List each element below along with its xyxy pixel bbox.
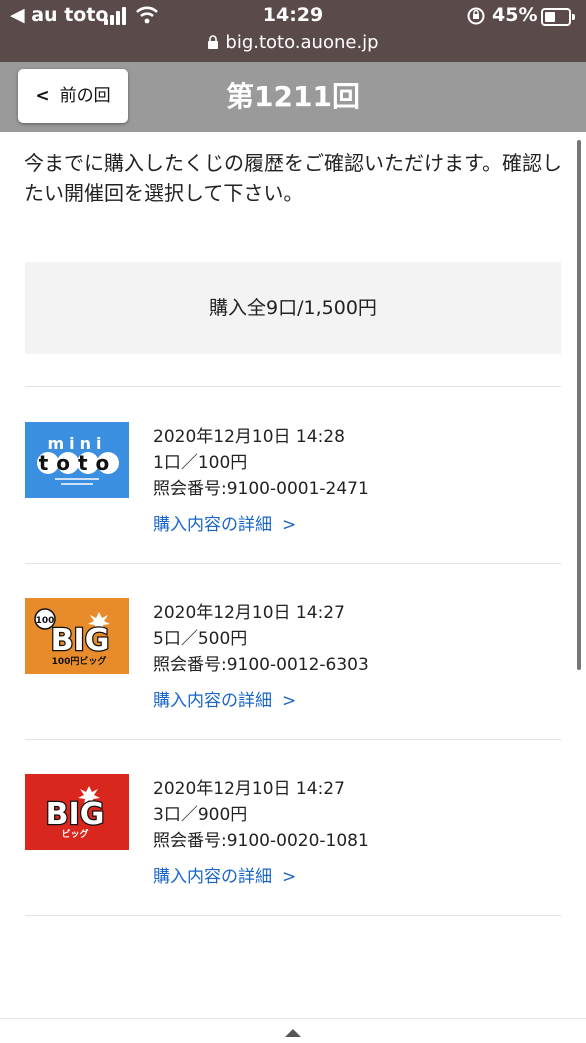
purchase-detail-label: 購入内容の詳細 (153, 515, 272, 535)
purchase-detail-link[interactable]: 購入内容の詳細 > (153, 510, 296, 535)
entry-ref-number: 照会番号:9100-0020-1081 (153, 831, 369, 851)
lock-icon (208, 35, 219, 49)
purchase-detail-link[interactable]: 購入内容の詳細 > (153, 686, 296, 711)
big-logo: BIG ビッグ (25, 774, 129, 850)
logo-text-toto: toto (39, 451, 118, 475)
logo-text-sub: 100円ビッグ (52, 655, 107, 667)
previous-round-label: 前の回 (59, 86, 111, 106)
divider (25, 386, 561, 387)
100yen-big-logo: 100 BIG 100円ビッグ (25, 598, 129, 674)
entry-amount: 1口／100円 (153, 453, 248, 473)
purchase-total: 購入全9口/1,500円 (25, 262, 561, 354)
page-header: 第1211回 < 前の回 (0, 62, 586, 132)
divider (25, 563, 561, 564)
purchase-entry[interactable]: 100 BIG 100円ビッグ 2020年12月10日 14:27 5口／500… (25, 598, 565, 738)
status-bar: ◀ au toto 14:29 45% big.toto.auone.jp (0, 0, 586, 62)
intro-text: 今までに購入したくじの履歴をご確認いただけます。確認したい開催回を選択して下さい… (24, 151, 562, 205)
rotation-lock-icon (467, 7, 485, 25)
entry-amount: 5口／500円 (153, 629, 248, 649)
battery-percent: 45% (492, 4, 538, 26)
entry-details: 2020年12月10日 14:27 5口／500円 照会番号:9100-0012… (153, 600, 369, 678)
purchase-detail-link[interactable]: 購入内容の詳細 > (153, 862, 296, 887)
url-bar[interactable]: big.toto.auone.jp (0, 32, 586, 53)
purchase-detail-label: 購入内容の詳細 (153, 867, 272, 887)
chevron-left-icon: < (35, 86, 50, 106)
entry-ref-number: 照会番号:9100-0001-2471 (153, 479, 369, 499)
logo-text-sub: ビッグ (61, 828, 88, 840)
chevron-right-icon: > (282, 691, 297, 711)
chevron-right-icon: > (282, 515, 297, 535)
battery-icon (541, 8, 575, 26)
entry-details: 2020年12月10日 14:28 1口／100円 照会番号:9100-0001… (153, 424, 369, 502)
logo-text-big: BIG (51, 623, 110, 658)
bottom-toolbar (0, 1018, 586, 1043)
entry-amount: 3口／900円 (153, 805, 248, 825)
entry-datetime: 2020年12月10日 14:27 (153, 779, 345, 799)
entry-details: 2020年12月10日 14:27 3口／900円 照会番号:9100-0020… (153, 776, 369, 854)
logo-text-big: BIG (46, 797, 105, 832)
scrollbar[interactable] (577, 140, 581, 670)
entry-datetime: 2020年12月10日 14:28 (153, 427, 345, 447)
url-text: big.toto.auone.jp (225, 32, 379, 53)
previous-round-button[interactable]: < 前の回 (18, 69, 128, 123)
purchase-detail-label: 購入内容の詳細 (153, 691, 272, 711)
purchase-entry[interactable]: BIG ビッグ 2020年12月10日 14:27 3口／900円 照会番号:9… (25, 774, 565, 914)
mini-toto-logo: mini toto (25, 422, 129, 498)
divider (25, 915, 561, 916)
chevron-right-icon: > (282, 867, 297, 887)
chevron-up-icon[interactable] (285, 1029, 301, 1037)
entry-datetime: 2020年12月10日 14:27 (153, 603, 345, 623)
divider (25, 739, 561, 740)
entry-ref-number: 照会番号:9100-0012-6303 (153, 655, 369, 675)
purchase-entry[interactable]: mini toto 2020年12月10日 14:28 1口／100円 照会番号… (25, 422, 565, 562)
